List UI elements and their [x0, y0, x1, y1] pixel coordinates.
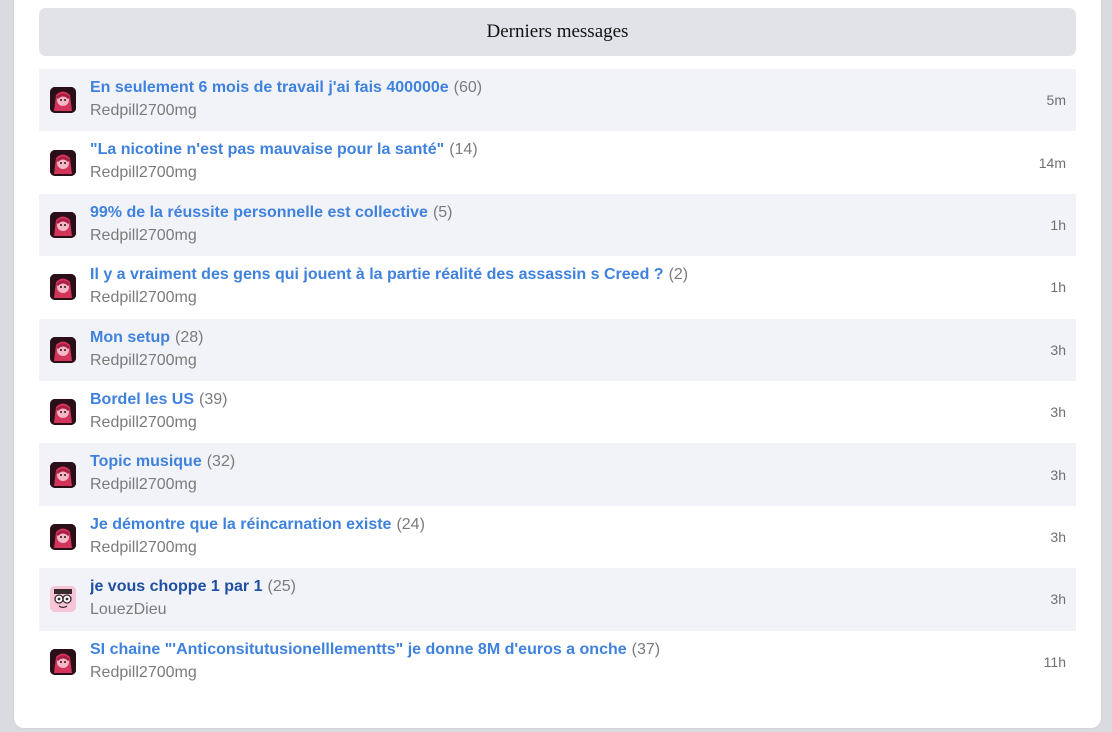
reply-count: (5)	[432, 203, 453, 221]
topic-row[interactable]: Je démontre que la réincarnation existe (…	[39, 506, 1076, 568]
topic-title-link[interactable]: Je démontre que la réincarnation existe	[90, 516, 391, 533]
topic-time: 3h	[1050, 341, 1066, 358]
redpill-avatar-icon[interactable]	[50, 399, 76, 426]
redpill-avatar-icon[interactable]	[50, 149, 76, 176]
redpill-avatar-icon[interactable]	[50, 461, 76, 488]
topic-author-link[interactable]: Redpill2700mg	[90, 474, 1006, 496]
topic-time: 1h	[1050, 279, 1066, 296]
topic-list: En seulement 6 mois de travail j'ai fais…	[39, 69, 1076, 693]
topic-title-link[interactable]: Il y a vraiment des gens qui jouent à la…	[90, 266, 664, 283]
redpill-avatar-icon[interactable]	[50, 336, 76, 363]
topic-row[interactable]: Il y a vraiment des gens qui jouent à la…	[39, 256, 1076, 318]
topic-time: 14m	[1038, 154, 1066, 171]
topic-row[interactable]: Mon setup (28) Redpill2700mg 3h	[39, 318, 1076, 381]
topic-title-link[interactable]: Mon setup	[90, 329, 170, 346]
topic-author-link[interactable]: Redpill2700mg	[90, 287, 1006, 309]
reply-count: (24)	[396, 515, 425, 533]
redpill-avatar-icon[interactable]	[50, 274, 76, 301]
topic-time: 1h	[1050, 216, 1066, 233]
reply-count: (25)	[267, 578, 296, 596]
topic-title-link[interactable]: "La nicotine n'est pas mauvaise pour la …	[90, 141, 444, 158]
topic-row[interactable]: 99% de la réussite personnelle est colle…	[39, 193, 1076, 257]
reply-count: (28)	[175, 328, 204, 346]
topic-row[interactable]: Bordel les US (39) Redpill2700mg 3h	[39, 381, 1076, 443]
topic-author-link[interactable]: Redpill2700mg	[90, 162, 1006, 184]
pink-face-avatar-icon[interactable]	[50, 586, 76, 613]
panel-title: Derniers messages	[486, 21, 629, 42]
topic-title-link[interactable]: 99% de la réussite personnelle est colle…	[90, 204, 428, 221]
reply-count: (32)	[206, 453, 236, 471]
topic-row[interactable]: En seulement 6 mois de travail j'ai fais…	[39, 69, 1076, 132]
topic-row[interactable]: SI chaine "'Anticonsitutusionelllementts…	[39, 631, 1076, 693]
topic-author-link[interactable]: Redpill2700mg	[90, 412, 1006, 434]
topic-title-link[interactable]: Topic musique	[90, 453, 202, 470]
topic-author-link[interactable]: Redpill2700mg	[90, 537, 1006, 559]
topic-author-link[interactable]: Redpill2700mg	[90, 350, 1006, 372]
topic-author-link[interactable]: Redpill2700mg	[90, 662, 1006, 684]
topic-row[interactable]: Topic musique (32) Redpill2700mg 3h	[39, 443, 1076, 506]
topic-time: 3h	[1050, 466, 1066, 483]
topic-time: 3h	[1050, 528, 1066, 545]
topic-author-link[interactable]: Redpill2700mg	[90, 100, 1006, 122]
reply-count: (39)	[199, 390, 228, 408]
panel-header: Derniers messages	[39, 8, 1076, 56]
topic-title-link[interactable]: En seulement 6 mois de travail j'ai fais…	[90, 79, 449, 96]
topic-author-link[interactable]: LouezDieu	[90, 599, 1006, 621]
reply-count: (37)	[631, 640, 661, 658]
redpill-avatar-icon[interactable]	[50, 87, 76, 114]
topic-time: 11h	[1043, 653, 1066, 670]
topic-title-link[interactable]: Bordel les US	[90, 391, 194, 408]
topic-author-link[interactable]: Redpill2700mg	[90, 225, 1006, 247]
topic-row[interactable]: je vous choppe 1 par 1 (25) LouezDieu 3h	[39, 568, 1076, 631]
reply-count: (2)	[668, 266, 689, 284]
topic-title-link[interactable]: SI chaine "'Anticonsitutusionelllementts…	[90, 641, 627, 658]
topic-time: 3h	[1050, 591, 1066, 608]
topic-row[interactable]: "La nicotine n'est pas mauvaise pour la …	[39, 131, 1076, 193]
redpill-avatar-icon[interactable]	[50, 523, 76, 550]
topic-time: 3h	[1050, 404, 1066, 421]
reply-count: (14)	[449, 141, 478, 159]
reply-count: (60)	[453, 79, 483, 96]
topic-time: 5m	[1046, 92, 1066, 109]
topic-title-link[interactable]: je vous choppe 1 par 1	[90, 578, 263, 595]
redpill-avatar-icon[interactable]	[50, 211, 76, 238]
redpill-avatar-icon[interactable]	[50, 648, 76, 675]
